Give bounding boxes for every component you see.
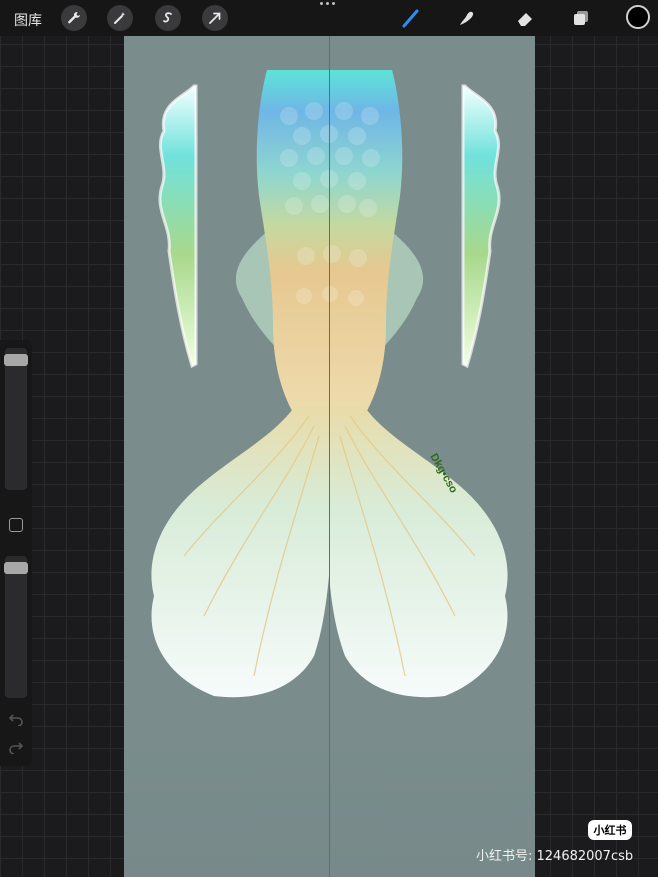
xiaohongshu-logo: 小红书 — [588, 820, 632, 840]
transform-arrow-icon[interactable] — [202, 5, 228, 31]
opacity-slider[interactable] — [4, 556, 28, 698]
right-side-fin — [461, 84, 501, 369]
watermark-id-text: 小红书号: 124682007csb — [476, 849, 634, 864]
brush-size-thumb[interactable] — [4, 354, 28, 366]
symmetry-guide-line — [329, 36, 330, 877]
wrench-icon[interactable] — [61, 5, 87, 31]
magic-wand-icon[interactable] — [107, 5, 133, 31]
top-toolbar: 图库 — [0, 0, 658, 36]
opacity-thumb[interactable] — [4, 562, 28, 574]
left-side-fin — [158, 84, 198, 369]
layers-icon[interactable] — [568, 6, 594, 30]
brush-size-slider[interactable] — [4, 348, 28, 490]
redo-icon[interactable] — [8, 740, 24, 754]
color-picker-button[interactable] — [626, 5, 650, 29]
eraser-icon[interactable] — [512, 6, 538, 30]
brush-icon[interactable] — [398, 6, 424, 30]
selection-icon[interactable] — [155, 5, 181, 31]
undo-icon[interactable] — [8, 712, 24, 726]
smudge-icon[interactable] — [453, 6, 479, 30]
drawing-canvas[interactable]: Dkg•cso — [124, 36, 535, 877]
modify-button[interactable] — [9, 518, 23, 532]
brush-sidebar — [0, 340, 32, 766]
gallery-button[interactable]: 图库 — [14, 10, 42, 30]
more-dots-icon[interactable] — [320, 2, 335, 5]
